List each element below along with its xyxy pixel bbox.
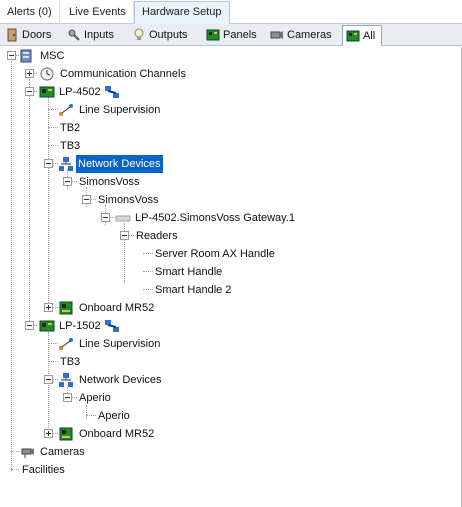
tree-node-reader[interactable]: Smart Handle 2 (0, 281, 300, 299)
tree-label: MSC (40, 50, 65, 62)
tree-node-reader[interactable]: Smart Handle (0, 263, 300, 281)
tab-doors[interactable]: Doors (2, 25, 57, 46)
tab-outputs-label: Outputs (149, 29, 188, 41)
tree-node-simonsvoss[interactable]: SimonsVoss (0, 173, 200, 191)
collapse-toggle[interactable] (101, 213, 110, 222)
expand-toggle[interactable] (44, 429, 53, 438)
collapse-toggle[interactable] (63, 393, 72, 402)
tab-cameras[interactable]: Cameras (267, 25, 338, 46)
board-icon (59, 301, 73, 315)
collapse-toggle[interactable] (44, 375, 53, 384)
tree-node-aperio-child[interactable]: Aperio (0, 407, 200, 425)
tree-node-tb3[interactable]: TB3 (0, 353, 120, 371)
tree-node-facilities[interactable]: Facilities (0, 461, 200, 479)
tab-all[interactable]: All (342, 25, 383, 46)
tree-node-lp-4502[interactable]: LP-4502 (0, 83, 200, 101)
network-connected-icon (105, 320, 119, 332)
line-supervision-icon (59, 104, 73, 116)
clock-icon (40, 67, 54, 81)
server-icon (20, 49, 32, 63)
tab-panels[interactable]: Panels (203, 25, 263, 46)
expand-toggle[interactable] (25, 69, 34, 78)
tree-node-msc[interactable]: MSC (0, 47, 200, 65)
tree-node-tb3[interactable]: TB3 (0, 137, 120, 155)
tab-cameras-label: Cameras (287, 29, 332, 41)
hardware-tree[interactable]: MSC Communication Channels LP-4502 Line … (0, 47, 462, 507)
collapse-toggle[interactable] (120, 231, 129, 240)
top-tab-bar: Alerts (0) Live Events Hardware Setup (0, 0, 462, 25)
tree-label: Cameras (40, 446, 85, 458)
tree-label: TB2 (60, 122, 81, 134)
tree-node-onboard-mr52[interactable]: Onboard MR52 (0, 299, 200, 317)
tree-node-onboard-mr52[interactable]: Onboard MR52 (0, 425, 200, 443)
tree-label: LP-4502 (59, 86, 101, 98)
collapse-toggle[interactable] (44, 159, 53, 168)
tree-node-aperio[interactable]: Aperio (0, 389, 200, 407)
tree-label: Readers (136, 230, 178, 242)
tree-label: Aperio (98, 410, 130, 422)
tree-label: LP-1502 (59, 320, 101, 332)
tree-label: Facilities (22, 464, 65, 476)
panel-board-icon (206, 29, 220, 41)
tree-label: Server Room AX Handle (155, 248, 275, 260)
camera-icon (270, 31, 283, 39)
tree-label: Aperio (79, 392, 111, 404)
tree-node-reader[interactable]: Server Room AX Handle (0, 245, 300, 263)
input-icon (68, 29, 80, 41)
collapse-toggle[interactable] (25, 321, 34, 330)
gateway-icon (115, 215, 131, 222)
door-icon (7, 28, 17, 42)
line-supervision-icon (59, 338, 73, 350)
network-devices-icon (59, 373, 73, 387)
tab-all-label: All (363, 30, 376, 42)
network-connected-icon (105, 86, 119, 98)
tree-node-network-devices[interactable]: Network Devices (0, 155, 200, 173)
tree-node-network-devices[interactable]: Network Devices (0, 371, 200, 389)
tree-node-line-supervision[interactable]: Line Supervision (0, 101, 200, 119)
tab-inputs-label: Inputs (84, 29, 114, 41)
tree-node-simonsvoss-child[interactable]: SimonsVoss (0, 191, 200, 209)
tree-label: Line Supervision (79, 338, 161, 350)
sub-tab-bar: Doors Inputs Outputs Panels Cameras All (0, 24, 462, 46)
tree-node-tb2[interactable]: TB2 (0, 119, 120, 137)
tree-label: Smart Handle 2 (155, 284, 232, 296)
tree-label: Network Devices (79, 374, 162, 386)
lightbulb-icon (134, 28, 144, 40)
tree-node-readers[interactable]: Readers (0, 227, 200, 245)
collapse-toggle[interactable] (63, 177, 72, 186)
tree-node-communication-channels[interactable]: Communication Channels (0, 65, 240, 83)
tree-label: LP-4502.SimonsVoss Gateway.1 (135, 212, 295, 224)
tab-panels-label: Panels (223, 29, 257, 41)
tree-label: Line Supervision (79, 104, 161, 116)
panel-board-icon (39, 320, 55, 332)
tab-outputs[interactable]: Outputs (129, 25, 194, 46)
tree-label: SimonsVoss (79, 176, 140, 188)
tree-label: Onboard MR52 (79, 302, 155, 314)
all-devices-icon (346, 30, 360, 42)
tree-label: Smart Handle (155, 266, 223, 278)
tab-doors-label: Doors (22, 29, 52, 41)
tab-live-events[interactable]: Live Events (62, 2, 134, 24)
collapse-toggle[interactable] (82, 195, 91, 204)
collapse-toggle[interactable] (7, 51, 16, 60)
collapse-toggle[interactable] (25, 87, 34, 96)
tree-node-lp-1502[interactable]: LP-1502 (0, 317, 200, 335)
board-icon (59, 427, 73, 441)
tab-inputs[interactable]: Inputs (64, 25, 120, 46)
network-devices-icon (59, 157, 73, 171)
tab-alerts[interactable]: Alerts (0) (0, 2, 60, 24)
tree-label: TB3 (60, 356, 81, 368)
security-camera-icon (21, 448, 34, 458)
tab-hardware-setup[interactable]: Hardware Setup (134, 1, 230, 25)
panel-board-icon (39, 86, 55, 98)
tree-label: TB3 (60, 140, 81, 152)
tree-label: Network Devices (76, 155, 163, 173)
tree-label: Onboard MR52 (79, 428, 155, 440)
tree-label: SimonsVoss (98, 194, 159, 206)
tree-label: Communication Channels (60, 68, 186, 80)
expand-toggle[interactable] (44, 303, 53, 312)
tree-node-gateway[interactable]: LP-4502.SimonsVoss Gateway.1 (0, 209, 320, 227)
tree-node-line-supervision[interactable]: Line Supervision (0, 335, 200, 353)
tree-node-cameras[interactable]: Cameras (0, 443, 200, 461)
